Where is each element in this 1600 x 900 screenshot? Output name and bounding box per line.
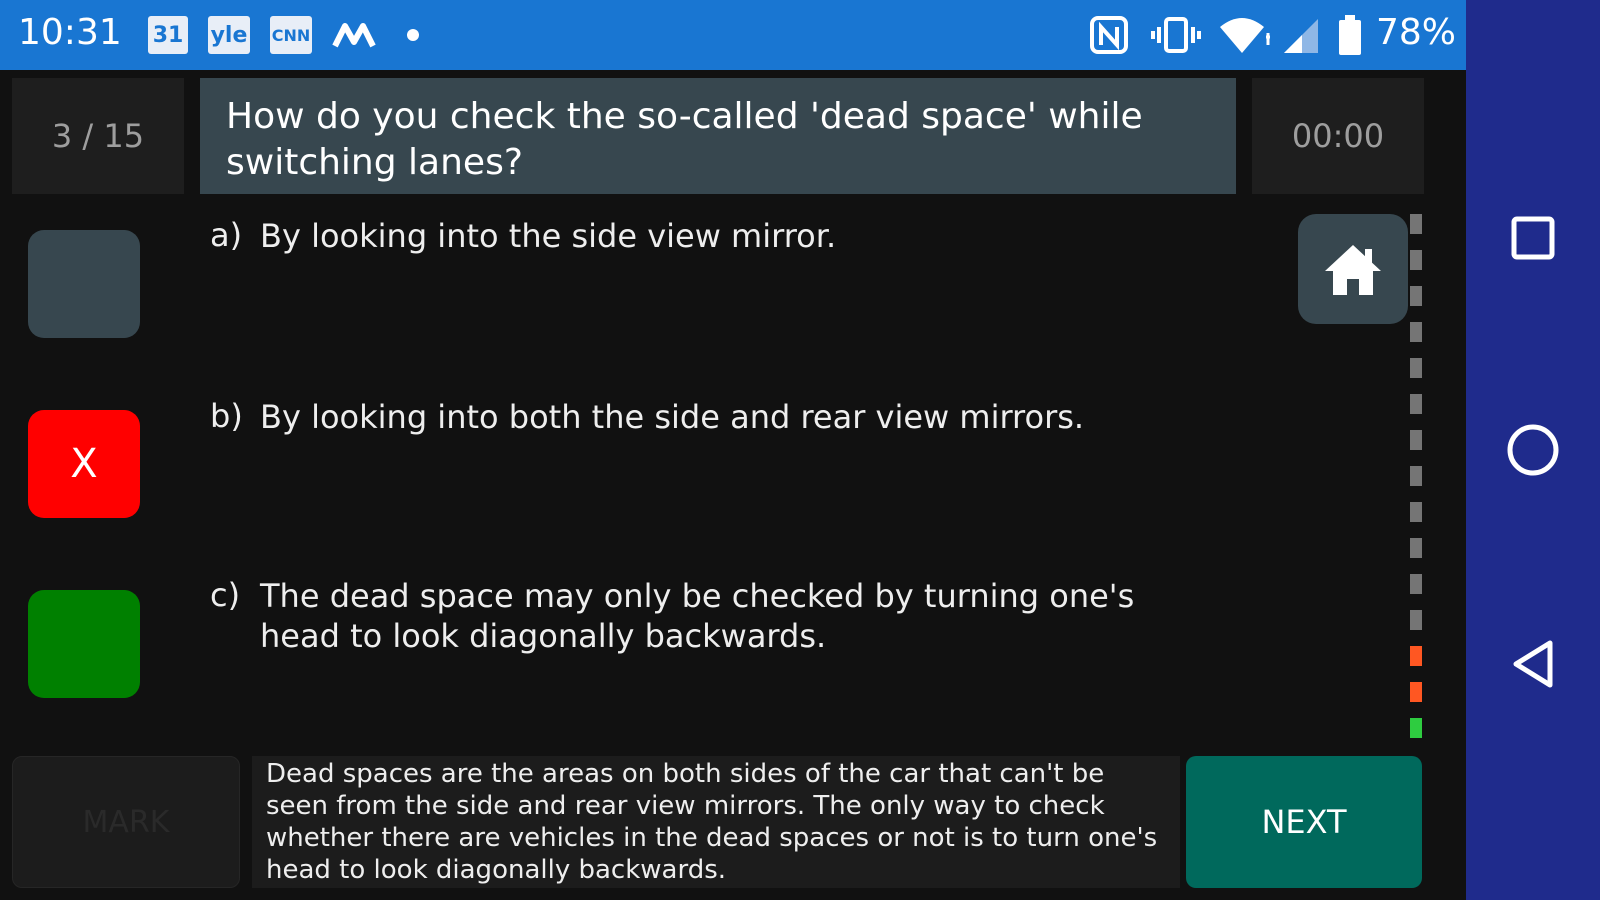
progress-segment [1410, 394, 1422, 414]
back-triangle-icon [1513, 640, 1553, 688]
progress-segment [1410, 718, 1422, 738]
mark-button[interactable]: MARK [12, 756, 240, 888]
progress-segment [1410, 358, 1422, 378]
progress-segment [1410, 466, 1422, 486]
progress-segment [1410, 574, 1422, 594]
yle-icon: yle [208, 16, 250, 54]
progress-segment [1410, 322, 1422, 342]
answer-c-text[interactable]: The dead space may only be checked by tu… [260, 576, 1180, 656]
vibrate-icon [1150, 14, 1202, 56]
wifi-icon [1218, 14, 1272, 56]
answer-b-text[interactable]: By looking into both the side and rear v… [260, 397, 1180, 437]
home-nav-button[interactable] [1493, 410, 1573, 490]
answer-b-button[interactable]: X [28, 410, 140, 518]
recents-button[interactable] [1493, 198, 1573, 278]
back-button[interactable] [1493, 624, 1573, 704]
calendar-icon: 31 [148, 16, 188, 54]
progress-indicator [1410, 214, 1422, 744]
battery-icon [1336, 14, 1364, 56]
progress-segment [1410, 286, 1422, 306]
timer: 00:00 [1252, 78, 1424, 194]
answer-c-letter: c) [210, 576, 241, 614]
battery-percentage: 78% [1376, 12, 1457, 53]
circle-icon [1507, 424, 1559, 476]
explanation-text: Dead spaces are the areas on both sides … [252, 756, 1180, 888]
progress-segment [1410, 538, 1422, 558]
progress-segment [1410, 646, 1422, 666]
nfc-icon [1088, 14, 1130, 56]
cnn-icon: CNN [270, 16, 312, 54]
status-time: 10:31 [18, 12, 122, 53]
progress-segment [1410, 682, 1422, 702]
next-button[interactable]: NEXT [1186, 756, 1422, 888]
m-app-icon [332, 16, 376, 54]
home-icon [1325, 245, 1381, 295]
progress-segment [1410, 502, 1422, 522]
notification-dot [406, 16, 420, 54]
question-counter: 3 / 15 [12, 78, 184, 194]
square-icon [1511, 216, 1555, 260]
question-text: How do you check the so-called 'dead spa… [200, 78, 1236, 194]
signal-icon [1282, 14, 1320, 56]
progress-segment [1410, 214, 1422, 234]
answer-b-letter: b) [210, 397, 243, 435]
answer-a-text[interactable]: By looking into the side view mirror. [260, 216, 1180, 256]
progress-segment [1410, 250, 1422, 270]
progress-segment [1410, 610, 1422, 630]
status-bar: 10:31 31 yle CNN 78% [0, 0, 1466, 70]
answer-c-button[interactable] [28, 590, 140, 698]
answer-a-letter: a) [210, 216, 243, 254]
navigation-bar [1466, 0, 1600, 900]
answer-a-button[interactable] [28, 230, 140, 338]
home-button[interactable] [1298, 214, 1408, 324]
progress-segment [1410, 430, 1422, 450]
